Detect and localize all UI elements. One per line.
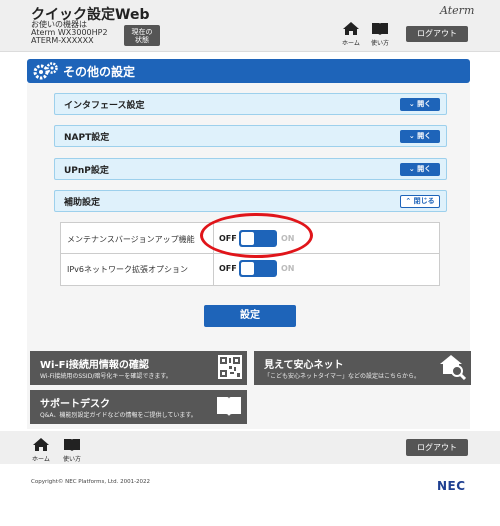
accordion-label: UPnP設定: [64, 166, 109, 176]
ipv6-option-toggle[interactable]: [239, 260, 277, 277]
current-status-button[interactable]: 現在の 状態: [124, 25, 160, 46]
footer-guide-nav[interactable]: 使い方: [63, 438, 81, 463]
close-button-label: 閉じる: [413, 197, 435, 205]
accordion-interface[interactable]: インタフェース設定 ⌄ 開く: [54, 93, 447, 115]
on-label: ON: [281, 264, 295, 273]
mieru-anshin-card[interactable]: 見えて安心ネット 「こども安心ネットタイマー」などの設定はこちらから。: [254, 351, 471, 385]
highlight-circle: [200, 213, 313, 258]
status-line2: 状態: [135, 36, 149, 44]
footer-home-nav[interactable]: ホーム: [32, 438, 50, 463]
footer-guide-label: 使い方: [63, 456, 82, 463]
chevron-up-icon: ⌃: [405, 197, 412, 205]
open-button-label: 開く: [417, 165, 432, 173]
gear-icon: [33, 62, 58, 80]
qr-code-icon: [218, 355, 242, 379]
nec-logo: NEC: [437, 479, 466, 493]
table-row: IPv6ネットワーク拡張オプション OFF ON: [61, 254, 439, 285]
card-description: Q&A、機能別設定ガイドなどの情報をご提供しています。: [40, 412, 197, 419]
guide-nav[interactable]: 使い方: [371, 22, 389, 47]
accordion-label: NAPT設定: [64, 133, 110, 143]
accordion-label: インタフェース設定: [64, 101, 145, 111]
accordion-auxiliary[interactable]: 補助設定 ⌃ 閉じる: [54, 190, 447, 212]
card-description: Wi-Fi接続用のSSID/暗号化キーを確認できます。: [40, 373, 172, 380]
accordion-label: 補助設定: [64, 198, 101, 208]
open-button-label: 開く: [417, 100, 432, 108]
copyright: Copyright© NEC Platforms, Ltd. 2001-2022: [31, 479, 151, 485]
aterm-logo: Aterm: [440, 4, 475, 17]
device-name: ATERM-XXXXXX: [31, 36, 94, 45]
book-icon: [372, 23, 388, 35]
footer-nav: ホーム 使い方 ログアウト: [0, 431, 500, 464]
home-icon: [32, 438, 49, 451]
book-icon: [217, 397, 241, 416]
home-label: ホーム: [342, 40, 360, 47]
open-button-label: 開く: [417, 132, 432, 140]
status-line1: 現在の: [131, 28, 153, 36]
footer-logout-button[interactable]: ログアウト: [406, 439, 468, 456]
submit-button[interactable]: 設定: [204, 305, 296, 327]
ipv6-option-label: IPv6ネットワーク拡張オプション: [67, 265, 189, 274]
open-button[interactable]: ⌄ 開く: [400, 163, 440, 176]
chevron-down-icon: ⌄: [408, 132, 415, 140]
accordion-upnp[interactable]: UPnP設定 ⌄ 開く: [54, 158, 447, 180]
footer-home-label: ホーム: [32, 456, 50, 463]
support-desk-card[interactable]: サポートデスク Q&A、機能別設定ガイドなどの情報をご提供しています。: [30, 390, 247, 424]
home-nav[interactable]: ホーム: [342, 22, 360, 47]
card-title: Wi-Fi接続用情報の確認: [40, 360, 149, 371]
book-icon: [64, 439, 80, 451]
close-button[interactable]: ⌃ 閉じる: [400, 195, 440, 208]
section-title: その他の設定: [63, 65, 136, 79]
home-icon: [342, 22, 359, 35]
chevron-down-icon: ⌄: [408, 165, 415, 173]
card-title: サポートデスク: [40, 399, 110, 410]
logout-button[interactable]: ログアウト: [406, 26, 468, 42]
guide-label: 使い方: [371, 40, 390, 47]
open-button[interactable]: ⌄ 開く: [400, 98, 440, 111]
open-button[interactable]: ⌄ 開く: [400, 130, 440, 143]
maintenance-update-label: メンテナンスバージョンアップ機能: [67, 235, 195, 244]
toggle-knob[interactable]: [241, 262, 254, 275]
header: クイック設定Web お使いの機器は Aterm WX3000HP2 ATERM-…: [0, 0, 500, 52]
cell-divider: [213, 254, 214, 285]
section-header: その他の設定: [27, 59, 470, 83]
home-search-icon: [440, 355, 466, 380]
off-label: OFF: [219, 264, 237, 273]
accordion-napt[interactable]: NAPT設定 ⌄ 開く: [54, 125, 447, 147]
chevron-down-icon: ⌄: [408, 100, 415, 108]
card-title: 見えて安心ネット: [264, 360, 344, 371]
card-description: 「こども安心ネットタイマー」などの設定はこちらから。: [264, 373, 421, 380]
wifi-info-card[interactable]: Wi-Fi接続用情報の確認 Wi-Fi接続用のSSID/暗号化キーを確認できます…: [30, 351, 247, 385]
